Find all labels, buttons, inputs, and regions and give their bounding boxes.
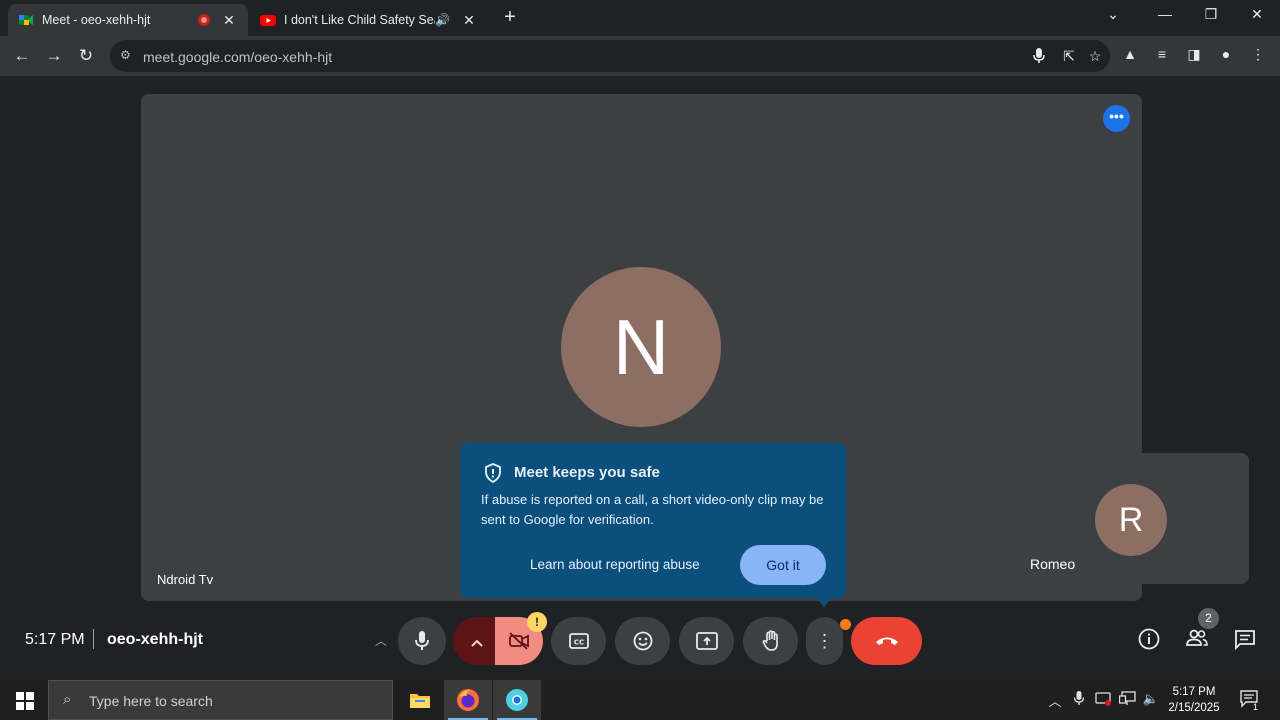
emoji-reaction-button[interactable] [615,617,670,665]
microphone-icon[interactable] [1030,48,1048,66]
present-screen-button[interactable] [679,617,734,665]
notification-count: 1 [1253,702,1259,712]
windows-taskbar: ⌕ Type here to search ︿ 🔈 5:17 PM 2/15/2… [0,680,1280,720]
shield-icon [484,463,502,484]
minimize-icon[interactable]: — [1150,6,1180,22]
self-avatar: R [1095,484,1167,556]
popup-pointer [815,596,833,607]
got-it-button[interactable]: Got it [740,545,826,585]
captions-button[interactable]: CC [551,617,606,665]
safety-popup: Meet keeps you safe If abuse is reported… [460,443,846,598]
meeting-code: oeo-xehh-hjt [107,631,203,648]
google-meet-icon [18,12,34,28]
forward-icon[interactable]: → [43,45,65,67]
camera-tray-icon[interactable] [1094,691,1112,709]
tab-title: I don't Like Child Safety Sea [284,13,436,27]
site-info-icon[interactable]: ⚙ [120,48,131,62]
notification-dot [840,619,851,630]
microphone-button[interactable] [398,617,446,665]
share-icon[interactable]: ⇱ [1060,48,1078,66]
close-window-icon[interactable]: ✕ [1242,6,1272,23]
close-tab-icon[interactable]: ✕ [220,12,238,29]
more-options-button[interactable]: ⋮ [806,617,843,665]
tab-search-chevron-icon[interactable]: ⌄ [1098,6,1128,23]
file-explorer-icon[interactable] [396,680,444,720]
side-panel-icon[interactable]: ◨ [1184,46,1204,66]
audio-options-chevron-icon[interactable]: ︿ [366,624,396,658]
svg-text:CC: CC [573,639,583,647]
search-placeholder: Type here to search [89,693,213,709]
tab-meet[interactable]: Meet - oeo-xehh-hjt ✕ [8,4,248,36]
media-queue-icon[interactable]: ≡ [1152,46,1172,66]
microphone-tray-icon[interactable] [1070,691,1088,709]
chrome-icon[interactable] [493,680,541,720]
system-clock[interactable]: 5:17 PM 2/15/2025 [1164,684,1224,716]
tab-youtube[interactable]: I don't Like Child Safety Sea 🔊 ✕ [250,4,488,36]
windows-start-icon[interactable] [16,692,34,710]
clock-date: 2/15/2025 [1168,702,1220,714]
close-tab-icon[interactable]: ✕ [460,12,478,29]
firefox-icon[interactable] [444,680,492,720]
meeting-time: 5:17 PM [25,631,85,648]
tab-bar: Meet - oeo-xehh-hjt ✕ I don't Like Child… [0,0,1280,36]
tab-title: Meet - oeo-xehh-hjt [42,13,151,27]
restore-icon[interactable]: ❐ [1196,6,1226,23]
raise-hand-button[interactable] [743,617,798,665]
youtube-icon [260,12,276,28]
learn-reporting-link[interactable]: Learn about reporting abuse [530,557,700,572]
camera-warning-icon: ! [527,612,547,632]
recording-icon [198,14,210,26]
volume-icon[interactable]: 🔈 [1142,691,1160,707]
show-hidden-icons-chevron-icon[interactable]: ︿ [1046,691,1064,710]
speaker-icon[interactable]: 🔊 [435,13,450,27]
back-icon[interactable]: ← [11,45,33,67]
more-options-icon[interactable]: ••• [1103,105,1130,132]
menu-dots-icon[interactable]: ⋮ [1248,46,1268,66]
browser-toolbar: ← → ↻ ⚙ meet.google.com/oeo-xehh-hjt ⇱ ☆ [0,36,1280,76]
video-options-chevron-icon[interactable] [453,617,501,665]
popup-body: If abuse is reported on a call, a short … [481,492,824,527]
network-icon[interactable] [1118,691,1136,709]
search-icon: ⌕ [63,691,72,708]
divider [93,629,94,649]
leave-call-button[interactable] [851,617,922,665]
address-bar[interactable]: ⚙ meet.google.com/oeo-xehh-hjt ⇱ ☆ [110,40,1110,72]
chat-icon[interactable] [1232,628,1258,654]
participant-avatar: N [561,267,721,427]
participant-name: Ndroid Tv [157,572,214,587]
people-count-badge: 2 [1198,608,1219,629]
profile-icon[interactable]: ● [1216,46,1236,66]
meeting-info-icon[interactable] [1136,628,1162,654]
people-icon[interactable] [1184,628,1210,654]
labs-flask-icon[interactable]: ▲ [1120,46,1140,66]
popup-title: Meet keeps you safe [514,464,660,481]
taskbar-search-input[interactable]: ⌕ Type here to search [48,680,393,720]
new-tab-button[interactable]: + [498,6,522,29]
url-text: meet.google.com/oeo-xehh-hjt [143,49,333,65]
clock-time: 5:17 PM [1172,686,1216,698]
bookmark-star-icon[interactable]: ☆ [1086,48,1104,66]
reload-icon[interactable]: ↻ [75,45,97,67]
self-name: Romeo [1030,556,1076,572]
